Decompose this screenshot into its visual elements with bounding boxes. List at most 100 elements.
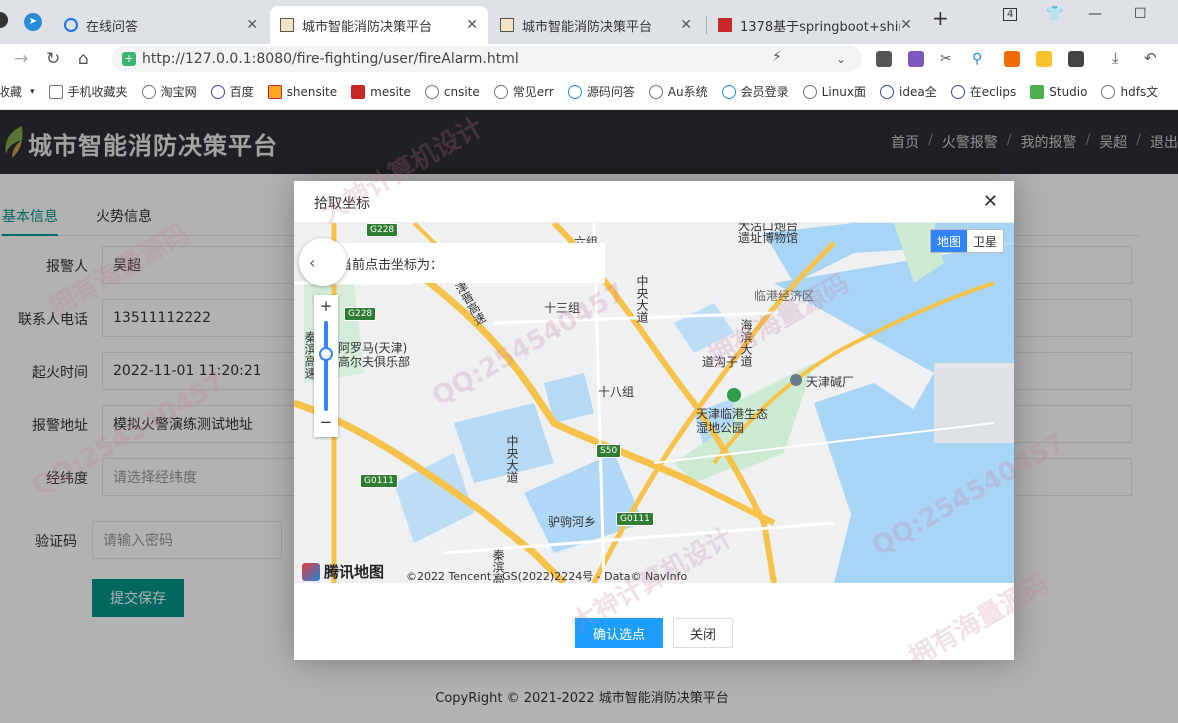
map-type-satellite[interactable]: 卫星 <box>967 230 1003 252</box>
coordinate-prompt: 当前点击坐标为： <box>339 257 444 273</box>
translate-icon[interactable] <box>908 51 924 67</box>
bookmark-item[interactable]: Studio <box>1030 84 1087 99</box>
download-icon[interactable]: ⤓ <box>1112 49 1119 67</box>
map-label: 临港经济区 <box>754 289 815 303</box>
map-label: 大沽口炮台 <box>738 223 799 233</box>
site-favicon-icon <box>500 18 514 32</box>
bookmark-item[interactable]: 淘宝网 <box>141 83 197 100</box>
bookmark-item[interactable]: cnsite <box>424 84 480 99</box>
chevron-down-icon[interactable]: ⌄ <box>836 52 846 66</box>
zoom-in-button[interactable]: + <box>314 297 338 315</box>
coordinate-panel: 当前点击坐标为： <box>309 243 605 283</box>
road-shield: G0111 <box>616 512 654 526</box>
paw-icon <box>880 84 895 99</box>
dialog-header: 拾取坐标 ✕ <box>294 181 1014 223</box>
lightning-icon[interactable]: ⚡ <box>772 49 782 65</box>
tab-title: 城市智能消防决策平台 <box>522 19 653 35</box>
bookmark-item[interactable]: 收藏 ▾ <box>0 83 35 100</box>
map-label: 十三组 <box>544 301 581 315</box>
reader-icon[interactable] <box>876 51 892 67</box>
search-icon[interactable]: ⚲ <box>972 51 982 67</box>
zoom-slider-handle[interactable] <box>319 347 333 361</box>
globe-icon <box>424 84 439 99</box>
map-copyright: ©2022 Tencent - GS(2022)2224号 - Data© Na… <box>406 570 688 583</box>
shield-ext-icon[interactable] <box>1036 51 1052 67</box>
tab-title: 1378基于springboot+shiro <box>740 19 900 35</box>
close-dialog-button[interactable]: 关闭 <box>673 618 733 648</box>
zoom-control: + − <box>314 295 338 437</box>
globe-icon <box>141 84 156 99</box>
bookmark-item[interactable]: shensite <box>267 84 337 99</box>
close-icon[interactable]: ✕ <box>983 191 998 212</box>
paw-icon <box>210 84 225 99</box>
bookmark-item[interactable]: Linux面 <box>802 83 866 100</box>
bookmark-item[interactable]: 会员登录 <box>721 83 789 100</box>
tab-2-active[interactable]: 城市智能消防决策平台 ✕ <box>270 6 488 44</box>
bookmark-item[interactable]: 在eclips <box>950 83 1016 100</box>
bookmark-item[interactable]: 源码问答 <box>567 83 635 100</box>
bookmark-item[interactable]: 手机收藏夹 <box>48 83 128 100</box>
cloud-icon <box>721 84 736 99</box>
dialog-title: 拾取坐标 <box>314 196 370 212</box>
profile-icon[interactable] <box>0 12 8 28</box>
apps-icon[interactable] <box>1068 51 1084 67</box>
bookmark-item[interactable]: 百度 <box>210 83 254 100</box>
bookmark-item[interactable]: Au系统 <box>648 83 708 100</box>
forward-icon[interactable]: → <box>14 49 28 69</box>
zoom-out-button[interactable]: − <box>314 413 338 431</box>
bookmark-item[interactable]: idea全 <box>880 83 937 100</box>
close-tab-icon[interactable]: ✕ <box>900 17 912 33</box>
site-icon <box>267 84 282 99</box>
map-canvas[interactable]: G228 G228 S50 G0111 G0111 六组 十三组 临港经济区 道… <box>294 223 1014 583</box>
tab-1[interactable]: 在线问答 ✕ <box>54 6 268 44</box>
new-tab-button[interactable]: + <box>932 6 949 30</box>
globe-icon <box>1101 84 1116 99</box>
game-icon[interactable] <box>1004 51 1020 67</box>
road-label: 中央大道 <box>635 275 649 323</box>
map-type-switch: 地图 卫星 <box>930 229 1005 253</box>
road-label: 海滨大道 <box>739 319 753 367</box>
zoom-slider-track[interactable] <box>324 321 328 411</box>
paw-icon <box>950 84 965 99</box>
home-icon[interactable]: ⌂ <box>78 49 89 69</box>
confirm-point-button[interactable]: 确认选点 <box>575 618 663 648</box>
bookmark-item[interactable]: hdfs文 <box>1101 83 1158 100</box>
tab-title: 在线问答 <box>86 19 139 35</box>
road-label: 中央大道 <box>505 435 519 483</box>
map-label: 阿罗马(天津)高尔夫俱乐部 <box>338 341 411 369</box>
maximize-icon[interactable]: ☐ <box>1134 6 1147 22</box>
site-favicon-icon <box>280 18 294 32</box>
road-shield: S50 <box>596 444 622 458</box>
scissors-icon[interactable]: ✂ <box>940 51 952 67</box>
tab-count-badge[interactable]: 4 <box>1003 8 1018 21</box>
tab-4[interactable]: 1378基于springboot+shiro ✕ <box>708 6 922 44</box>
reload-icon[interactable]: ↻ <box>46 49 60 69</box>
road-shield: G0111 <box>360 474 398 488</box>
site-favicon-icon <box>718 18 732 32</box>
minimize-icon[interactable]: — <box>1088 6 1102 22</box>
address-toolbar: → ↻ ⌂ + http://127.0.0.1:8080/fire-fight… <box>0 44 1178 74</box>
close-tab-icon[interactable]: ✕ <box>466 17 478 33</box>
map-type-standard[interactable]: 地图 <box>931 230 968 252</box>
url-bar[interactable]: + http://127.0.0.1:8080/fire-fighting/us… <box>112 46 862 72</box>
tab-3[interactable]: 城市智能消防决策平台 ✕ <box>490 6 702 44</box>
bookmark-item[interactable]: 常见err <box>493 83 554 100</box>
collapse-panel-button[interactable]: ‹ <box>299 238 347 286</box>
shirt-icon[interactable]: 👕 <box>1046 6 1063 22</box>
close-tab-icon[interactable]: ✕ <box>246 17 258 33</box>
browser-tab-bar: ➤ 在线问答 ✕ 城市智能消防决策平台 ✕ 城市智能消防决策平台 ✕ 1378基… <box>0 0 1178 44</box>
bookmarks-bar: 收藏 ▾ 手机收藏夹 淘宝网 百度 shensite mesite cnsite … <box>0 74 1178 110</box>
close-tab-icon[interactable]: ✕ <box>680 17 692 33</box>
map-label: 天津临港生态湿地公园 <box>696 407 769 435</box>
android-icon <box>1030 84 1045 99</box>
map-label: 十八组 <box>598 385 635 399</box>
tencent-map-logo: 腾讯地图 <box>302 561 384 582</box>
map-label: 天津碱厂 <box>806 375 855 389</box>
road-shield: G228 <box>366 223 399 237</box>
secure-icon: + <box>122 52 136 66</box>
map-label: 驴驹河乡 <box>548 515 597 529</box>
send-icon[interactable]: ➤ <box>24 13 42 31</box>
bookmark-item[interactable]: mesite <box>351 84 411 99</box>
undo-icon[interactable]: ↶ <box>1144 49 1157 67</box>
url-text[interactable]: http://127.0.0.1:8080/fire-fighting/user… <box>142 51 519 67</box>
